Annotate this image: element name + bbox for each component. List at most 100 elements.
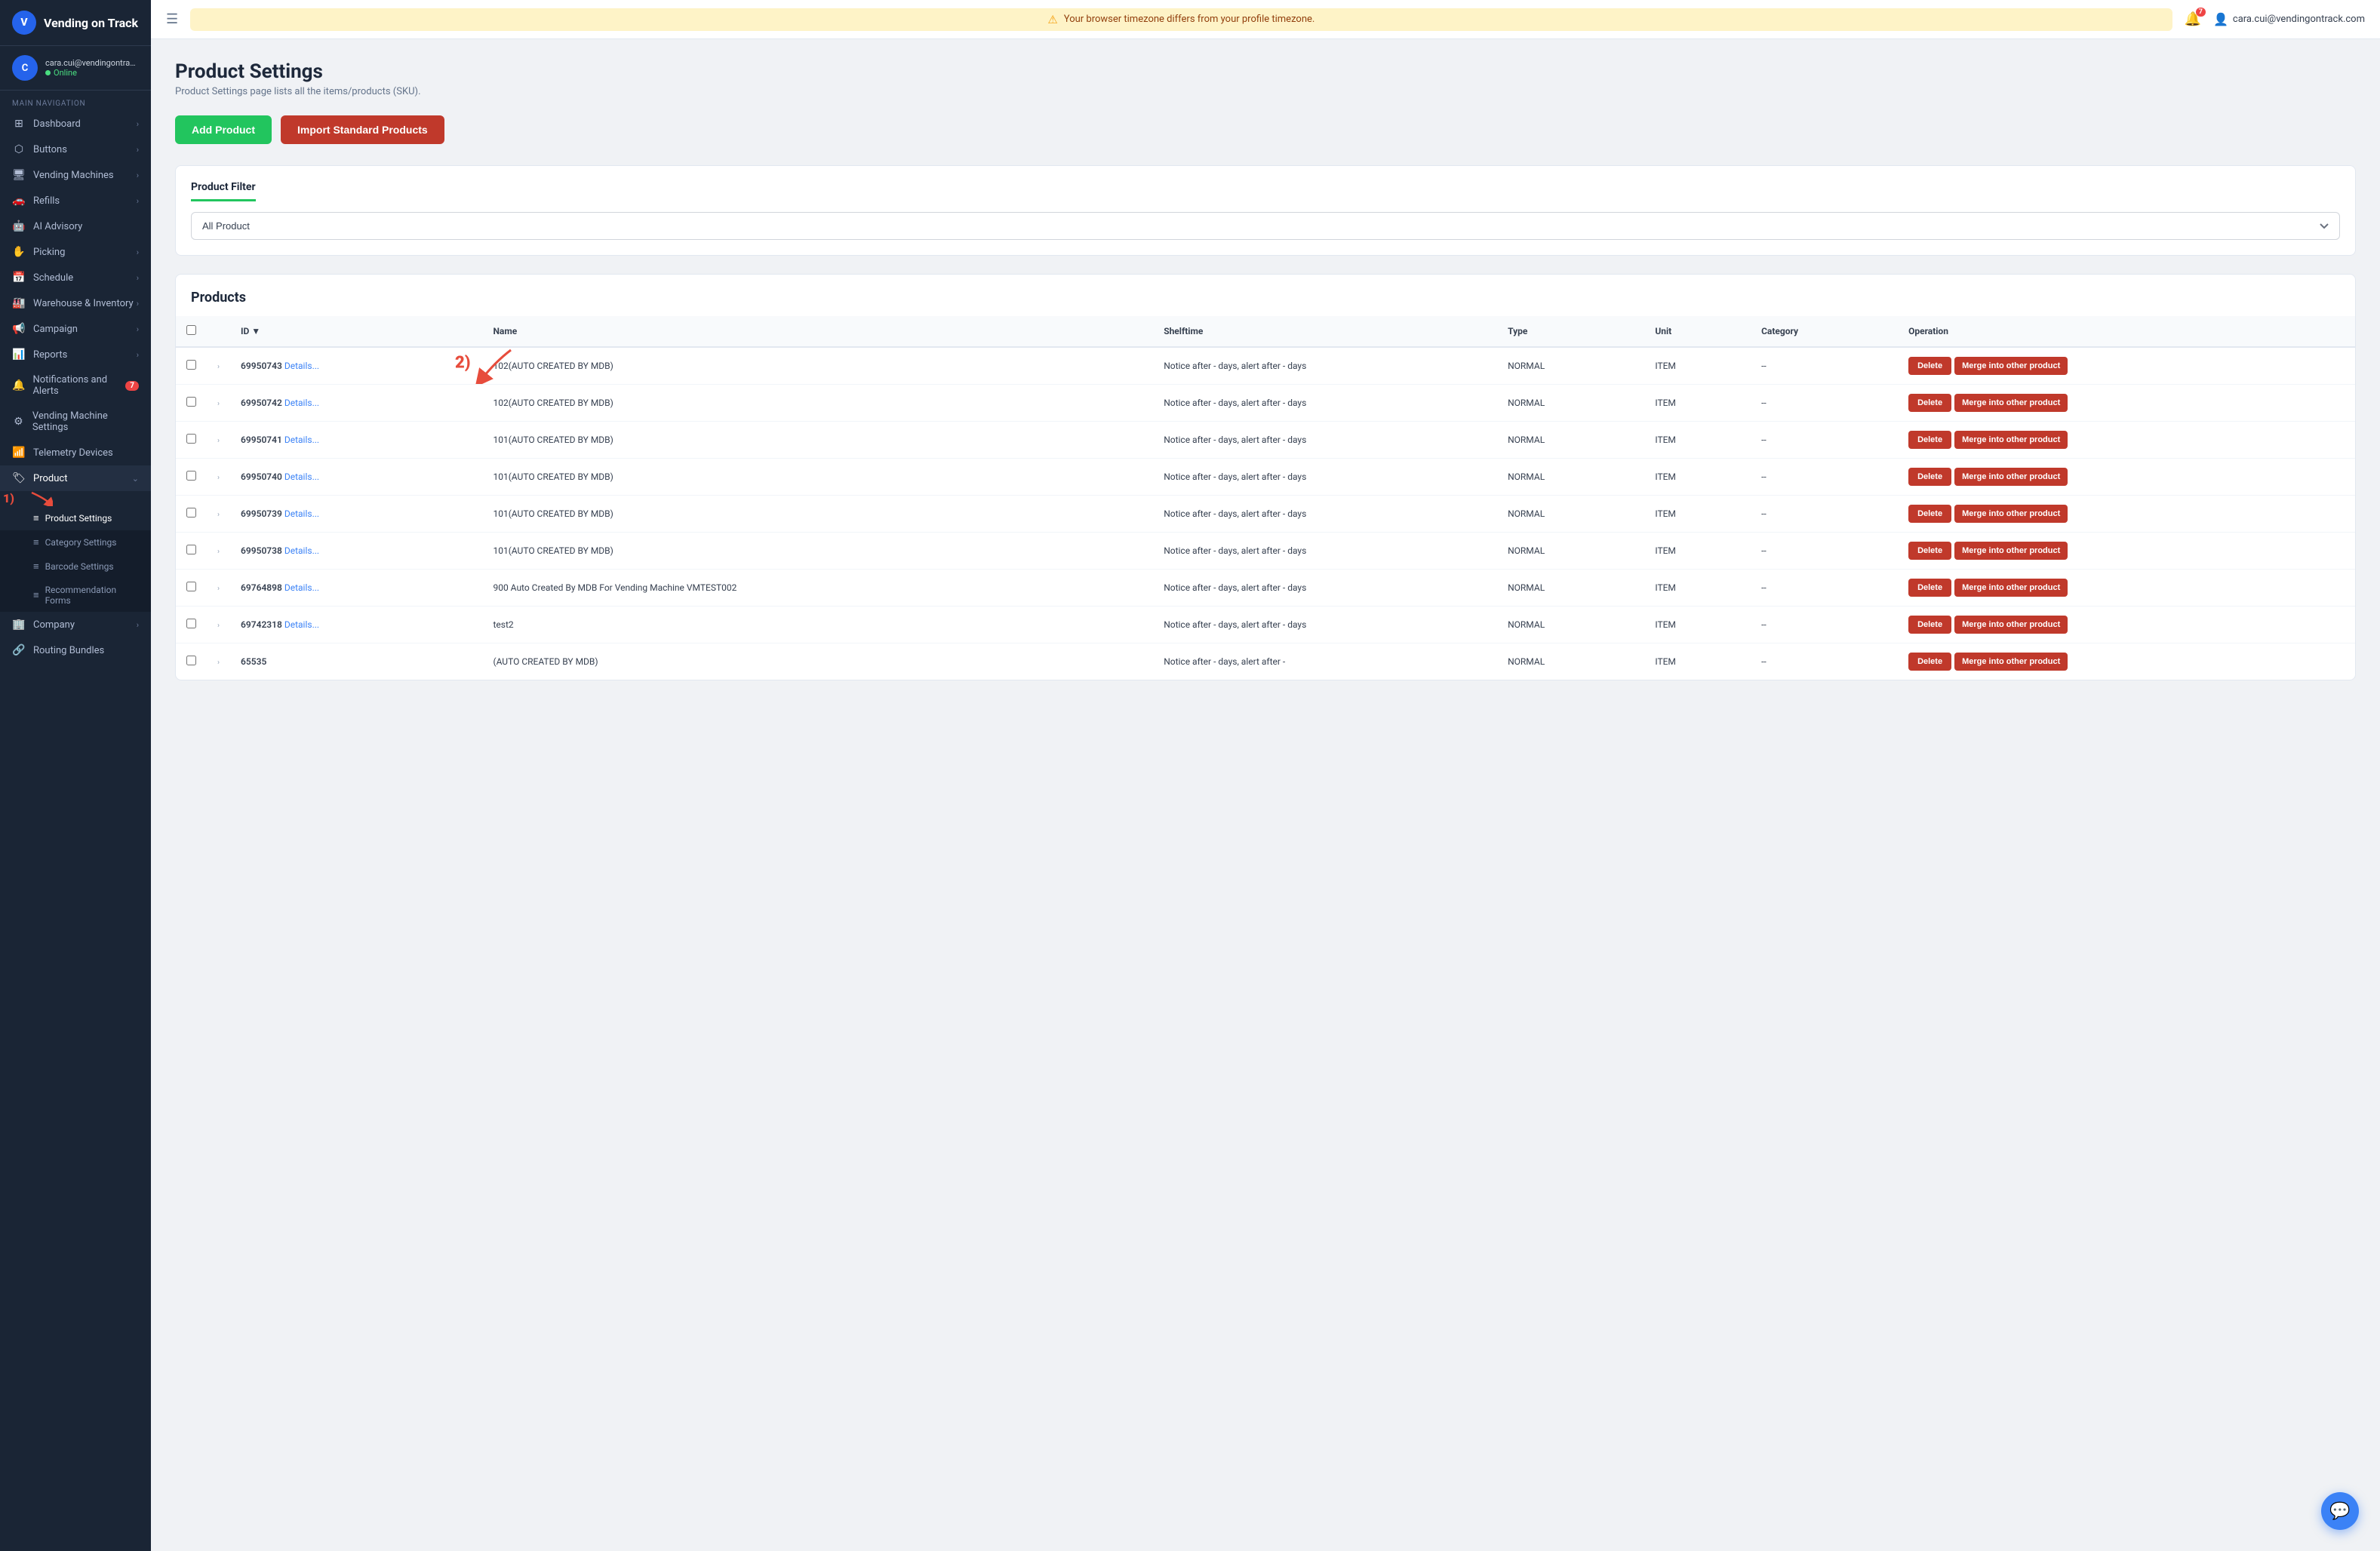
notification-bell[interactable]: 🔔 7 xyxy=(2185,11,2201,27)
row-checkbox[interactable] xyxy=(186,619,196,628)
row-checkbox[interactable] xyxy=(186,656,196,665)
sidebar-item-picking[interactable]: ✋Picking › xyxy=(0,239,151,265)
expand-icon[interactable]: › xyxy=(217,474,220,482)
filter-card-title: Product Filter xyxy=(191,181,256,201)
sidebar-item-warehouse-inventory[interactable]: 🏭Warehouse & Inventory › xyxy=(0,290,151,316)
hamburger-icon[interactable]: ☰ xyxy=(166,11,178,27)
row-checkbox[interactable] xyxy=(186,434,196,444)
expand-icon[interactable]: › xyxy=(217,400,220,408)
merge-button[interactable]: Merge into other product xyxy=(1954,505,2068,523)
sidebar-item-campaign[interactable]: 📢Campaign › xyxy=(0,316,151,342)
filter-card: Product Filter All Product NORMAL WEIGHT… xyxy=(175,165,2356,256)
chevron-right-icon: › xyxy=(137,324,139,334)
row-unit-cell: ITEM xyxy=(1644,643,1751,680)
row-checkbox[interactable] xyxy=(186,471,196,481)
row-category-cell: -- xyxy=(1751,347,1898,385)
merge-button[interactable]: Merge into other product xyxy=(1954,431,2068,449)
product-type: NORMAL xyxy=(1508,361,1545,371)
expand-icon[interactable]: › xyxy=(217,659,220,667)
chat-fab-button[interactable]: 💬 xyxy=(2321,1492,2359,1530)
row-operation-cell: Delete Merge into other product xyxy=(1898,643,2355,680)
details-link[interactable]: Details... xyxy=(284,545,319,556)
delete-button[interactable]: Delete xyxy=(1908,505,1951,523)
row-checkbox[interactable] xyxy=(186,360,196,370)
expand-icon[interactable]: › xyxy=(217,622,220,630)
merge-button[interactable]: Merge into other product xyxy=(1954,357,2068,375)
row-checkbox[interactable] xyxy=(186,397,196,407)
merge-button[interactable]: Merge into other product xyxy=(1954,616,2068,634)
sidebar-item-company[interactable]: 🏢Company › xyxy=(0,612,151,637)
sidebar-item-buttons[interactable]: ⬡Buttons › xyxy=(0,137,151,162)
merge-button[interactable]: Merge into other product xyxy=(1954,394,2068,412)
sidebar-item-ai-advisory[interactable]: 🤖AI Advisory xyxy=(0,213,151,239)
delete-button[interactable]: Delete xyxy=(1908,357,1951,375)
sidebar-item-schedule[interactable]: 📅Schedule › xyxy=(0,265,151,290)
warehouse-icon: 🏭 xyxy=(12,297,26,309)
table-row: › 69950739 Details... 101(AUTO CREATED B… xyxy=(176,496,2355,533)
submenu-item-product-settings[interactable]: ≡ Product Settings xyxy=(0,506,151,530)
delete-button[interactable]: Delete xyxy=(1908,394,1951,412)
topbar-user[interactable]: 👤 cara.cui@vendingontrack.com xyxy=(2213,12,2365,26)
sidebar-item-product[interactable]: 🏷 Product ⌄ xyxy=(0,465,151,491)
expand-icon[interactable]: › xyxy=(217,548,220,556)
details-link[interactable]: Details... xyxy=(284,361,319,371)
col-header-type: Type xyxy=(1497,316,1644,347)
product-name: test2 xyxy=(493,619,513,630)
row-shelftime-cell: Notice after - days, alert after - days xyxy=(1153,385,1497,422)
col-header-id[interactable]: ID ▼ xyxy=(230,316,482,347)
delete-button[interactable]: Delete xyxy=(1908,431,1951,449)
sidebar-item-refills[interactable]: 🚗Refills › xyxy=(0,188,151,213)
chevron-right-icon: › xyxy=(137,620,139,630)
sidebar-item-vending-machine-settings[interactable]: ⚙Vending Machine Settings xyxy=(0,404,151,440)
details-link[interactable]: Details... xyxy=(284,471,319,482)
submenu-item-category-settings[interactable]: ≡ Category Settings xyxy=(0,530,151,554)
row-type-cell: NORMAL xyxy=(1497,533,1644,570)
import-standard-products-button[interactable]: Import Standard Products xyxy=(281,115,444,144)
add-product-button[interactable]: Add Product xyxy=(175,115,272,144)
delete-button[interactable]: Delete xyxy=(1908,579,1951,597)
nav-section-label: MAIN NAVIGATION xyxy=(0,91,151,111)
sidebar-item-routing-bundles[interactable]: 🔗Routing Bundles xyxy=(0,637,151,663)
submenu-item-barcode-settings[interactable]: ≡ Barcode Settings xyxy=(0,554,151,579)
details-link[interactable]: Details... xyxy=(284,619,319,630)
merge-button[interactable]: Merge into other product xyxy=(1954,653,2068,671)
sidebar-item-notifications[interactable]: 🔔Notifications and Alerts 7 xyxy=(0,367,151,404)
product-submenu: ≡ Product Settings ≡ Category Settings ≡… xyxy=(0,506,151,612)
row-id-cell: 65535 xyxy=(230,643,482,680)
sidebar-item-label: Reports xyxy=(33,349,67,361)
row-checkbox[interactable] xyxy=(186,545,196,554)
expand-icon[interactable]: › xyxy=(217,437,220,445)
vm-settings-icon: ⚙ xyxy=(12,416,25,428)
product-filter-select[interactable]: All Product NORMAL WEIGHT COUNT xyxy=(191,212,2340,240)
delete-button[interactable]: Delete xyxy=(1908,468,1951,486)
row-checkbox[interactable] xyxy=(186,508,196,518)
buttons-icon: ⬡ xyxy=(12,143,26,155)
row-checkbox[interactable] xyxy=(186,582,196,591)
delete-button[interactable]: Delete xyxy=(1908,542,1951,560)
product-type: NORMAL xyxy=(1508,582,1545,593)
sidebar-item-label: Dashboard xyxy=(33,118,81,130)
sidebar-item-reports[interactable]: 📊Reports › xyxy=(0,342,151,367)
sidebar-item-vending-machines[interactable]: 🖥Vending Machines › xyxy=(0,162,151,188)
merge-button[interactable]: Merge into other product xyxy=(1954,468,2068,486)
product-name: 900 Auto Created By MDB For Vending Mach… xyxy=(493,582,736,593)
details-link[interactable]: Details... xyxy=(284,508,319,519)
sidebar-item-telemetry-devices[interactable]: 📶Telemetry Devices xyxy=(0,440,151,465)
sidebar-item-dashboard[interactable]: ⊞Dashboard › xyxy=(0,111,151,137)
merge-button[interactable]: Merge into other product xyxy=(1954,542,2068,560)
chevron-right-icon: › xyxy=(137,196,139,206)
row-checkbox-cell xyxy=(176,347,207,385)
details-link[interactable]: Details... xyxy=(284,398,319,408)
expand-icon[interactable]: › xyxy=(217,363,220,371)
merge-button[interactable]: Merge into other product xyxy=(1954,579,2068,597)
delete-button[interactable]: Delete xyxy=(1908,616,1951,634)
details-link[interactable]: Details... xyxy=(284,435,319,445)
expand-icon[interactable]: › xyxy=(217,585,220,593)
delete-button[interactable]: Delete xyxy=(1908,653,1951,671)
expand-icon[interactable]: › xyxy=(217,511,220,519)
submenu-item-recommendation-forms[interactable]: ≡ Recommendation Forms xyxy=(0,579,151,612)
row-name-cell: 101(AUTO CREATED BY MDB) xyxy=(482,533,1153,570)
submenu-label: Recommendation Forms xyxy=(45,585,139,606)
select-all-checkbox[interactable] xyxy=(186,325,196,335)
details-link[interactable]: Details... xyxy=(284,582,319,593)
